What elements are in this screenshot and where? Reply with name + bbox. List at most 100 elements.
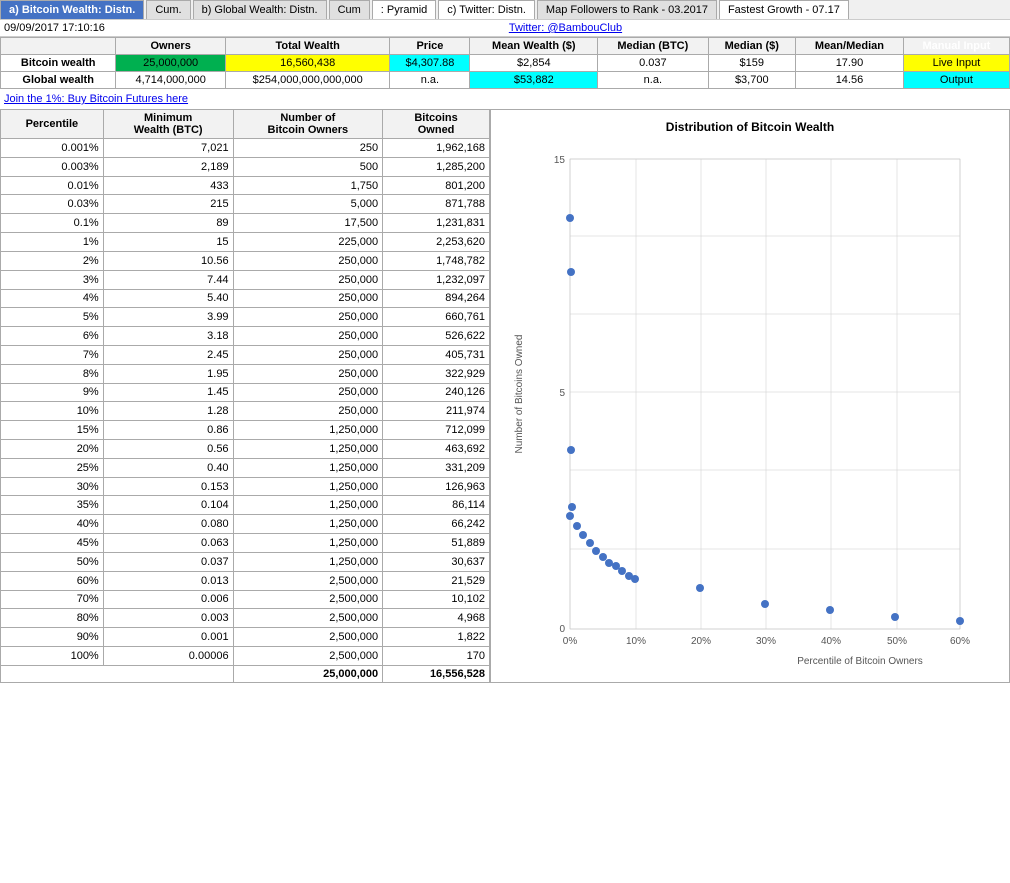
global-output: Output — [903, 72, 1009, 89]
cell-btc-owned: 1,822 — [383, 628, 490, 647]
th-btc-owned: BitcoinsOwned — [383, 110, 490, 139]
cell-min-wealth: 10.56 — [103, 251, 233, 270]
cell-percentile: 9% — [1, 383, 104, 402]
global-owners: 4,714,000,000 — [116, 72, 226, 89]
cell-percentile: 100% — [1, 646, 104, 665]
svg-text:5: 5 — [559, 388, 565, 399]
cell-btc-owned: 240,126 — [383, 383, 490, 402]
tab-bitcoin-wealth[interactable]: a) Bitcoin Wealth: Distn. — [0, 0, 144, 19]
table-row: 35% 0.104 1,250,000 86,114 — [1, 496, 490, 515]
footer-empty — [1, 666, 234, 683]
cell-btc-owned: 463,692 — [383, 440, 490, 459]
tab-fastest-growth[interactable]: Fastest Growth - 07.17 — [719, 0, 849, 19]
cell-min-wealth: 89 — [103, 214, 233, 233]
global-mean-wealth: $53,882 — [470, 72, 598, 89]
tab-global-wealth[interactable]: b) Global Wealth: Distn. — [193, 0, 327, 19]
table-row: 100% 0.00006 2,500,000 170 — [1, 646, 490, 665]
cell-num-owners: 250,000 — [233, 402, 383, 421]
table-row: 8% 1.95 250,000 322,929 — [1, 364, 490, 383]
cell-btc-owned: 871,788 — [383, 195, 490, 214]
cell-num-owners: 1,750 — [233, 176, 383, 195]
chart-point — [696, 584, 704, 592]
cell-percentile: 60% — [1, 571, 104, 590]
cell-min-wealth: 0.006 — [103, 590, 233, 609]
join-link[interactable]: Join the 1%: Buy Bitcoin Futures here — [4, 93, 188, 105]
table-row: 4% 5.40 250,000 894,264 — [1, 289, 490, 308]
th-percentile: Percentile — [1, 110, 104, 139]
cell-num-owners: 1,250,000 — [233, 421, 383, 440]
table-row: 90% 0.001 2,500,000 1,822 — [1, 628, 490, 647]
cell-percentile: 10% — [1, 402, 104, 421]
cell-num-owners: 1,250,000 — [233, 515, 383, 534]
cell-btc-owned: 211,974 — [383, 402, 490, 421]
global-median-usd: $3,700 — [708, 72, 796, 89]
chart-point — [592, 547, 600, 555]
cell-btc-owned: 1,748,782 — [383, 251, 490, 270]
global-wealth-row: Global wealth 4,714,000,000 $254,000,000… — [1, 72, 1010, 89]
col-header-mean-median: Mean/Median — [796, 38, 904, 55]
tab-cum2[interactable]: Cum — [329, 0, 370, 19]
table-row: 3% 7.44 250,000 1,232,097 — [1, 270, 490, 289]
table-row: 10% 1.28 250,000 211,974 — [1, 402, 490, 421]
cell-min-wealth: 1.28 — [103, 402, 233, 421]
table-row: 0.01% 433 1,750 801,200 — [1, 176, 490, 195]
cell-btc-owned: 1,231,831 — [383, 214, 490, 233]
svg-text:20%: 20% — [691, 636, 711, 647]
col-header-mean-wealth: Mean Wealth ($) — [470, 38, 598, 55]
table-row: 1% 15 225,000 2,253,620 — [1, 233, 490, 252]
table-footer: 25,000,000 16,556,528 — [1, 666, 490, 683]
cell-btc-owned: 170 — [383, 646, 490, 665]
tab-map-followers[interactable]: Map Followers to Rank - 03.2017 — [537, 0, 717, 19]
table-row: 0.001% 7,021 250 1,962,168 — [1, 139, 490, 158]
tab-cum1[interactable]: Cum. — [146, 0, 190, 19]
cell-min-wealth: 433 — [103, 176, 233, 195]
svg-text:0: 0 — [559, 624, 565, 635]
cell-num-owners: 2,500,000 — [233, 628, 383, 647]
cell-num-owners: 250,000 — [233, 327, 383, 346]
cell-min-wealth: 0.001 — [103, 628, 233, 647]
cell-btc-owned: 86,114 — [383, 496, 490, 515]
cell-num-owners: 1,250,000 — [233, 458, 383, 477]
cell-percentile: 8% — [1, 364, 104, 383]
cell-num-owners: 250 — [233, 139, 383, 158]
chart-point — [573, 522, 581, 530]
cell-min-wealth: 0.86 — [103, 421, 233, 440]
table-row: 0.1% 89 17,500 1,231,831 — [1, 214, 490, 233]
chart-point — [605, 559, 613, 567]
cell-percentile: 6% — [1, 327, 104, 346]
cell-min-wealth: 0.40 — [103, 458, 233, 477]
cell-min-wealth: 3.18 — [103, 327, 233, 346]
cell-min-wealth: 0.013 — [103, 571, 233, 590]
cell-btc-owned: 21,529 — [383, 571, 490, 590]
cell-min-wealth: 215 — [103, 195, 233, 214]
top-navigation: a) Bitcoin Wealth: Distn. Cum. b) Global… — [0, 0, 1010, 20]
cell-num-owners: 17,500 — [233, 214, 383, 233]
chart-area: Distribution of Bitcoin Wealth 15 — [490, 109, 1010, 683]
svg-text:30%: 30% — [756, 636, 776, 647]
distribution-chart: 15 5 0 0% 10% 20% 30% 40% 50% 60% Number… — [501, 139, 999, 669]
cell-min-wealth: 0.153 — [103, 477, 233, 496]
svg-text:10%: 10% — [626, 636, 646, 647]
cell-percentile: 50% — [1, 552, 104, 571]
global-total-wealth: $254,000,000,000,000 — [225, 72, 389, 89]
cell-min-wealth: 0.003 — [103, 609, 233, 628]
cell-percentile: 0.003% — [1, 157, 104, 176]
cell-btc-owned: 126,963 — [383, 477, 490, 496]
cell-num-owners: 225,000 — [233, 233, 383, 252]
tab-pyramid[interactable]: : Pyramid — [372, 0, 436, 19]
info-row: 09/09/2017 17:10:16 Twitter: @BambouClub — [0, 20, 1010, 37]
chart-point — [568, 503, 576, 511]
cell-percentile: 0.001% — [1, 139, 104, 158]
twitter-link[interactable]: Twitter: @BambouClub — [509, 22, 622, 34]
chart-point — [826, 606, 834, 614]
cell-percentile: 7% — [1, 345, 104, 364]
svg-text:Percentile of Bitcoin Owners: Percentile of Bitcoin Owners — [797, 656, 923, 667]
tab-twitter[interactable]: c) Twitter: Distn. — [438, 0, 535, 19]
cell-num-owners: 250,000 — [233, 270, 383, 289]
th-min-wealth: MinimumWealth (BTC) — [103, 110, 233, 139]
summary-table: Owners Total Wealth Price Mean Wealth ($… — [0, 37, 1010, 89]
table-row: 30% 0.153 1,250,000 126,963 — [1, 477, 490, 496]
table-row: 25% 0.40 1,250,000 331,209 — [1, 458, 490, 477]
cell-btc-owned: 331,209 — [383, 458, 490, 477]
cell-percentile: 1% — [1, 233, 104, 252]
